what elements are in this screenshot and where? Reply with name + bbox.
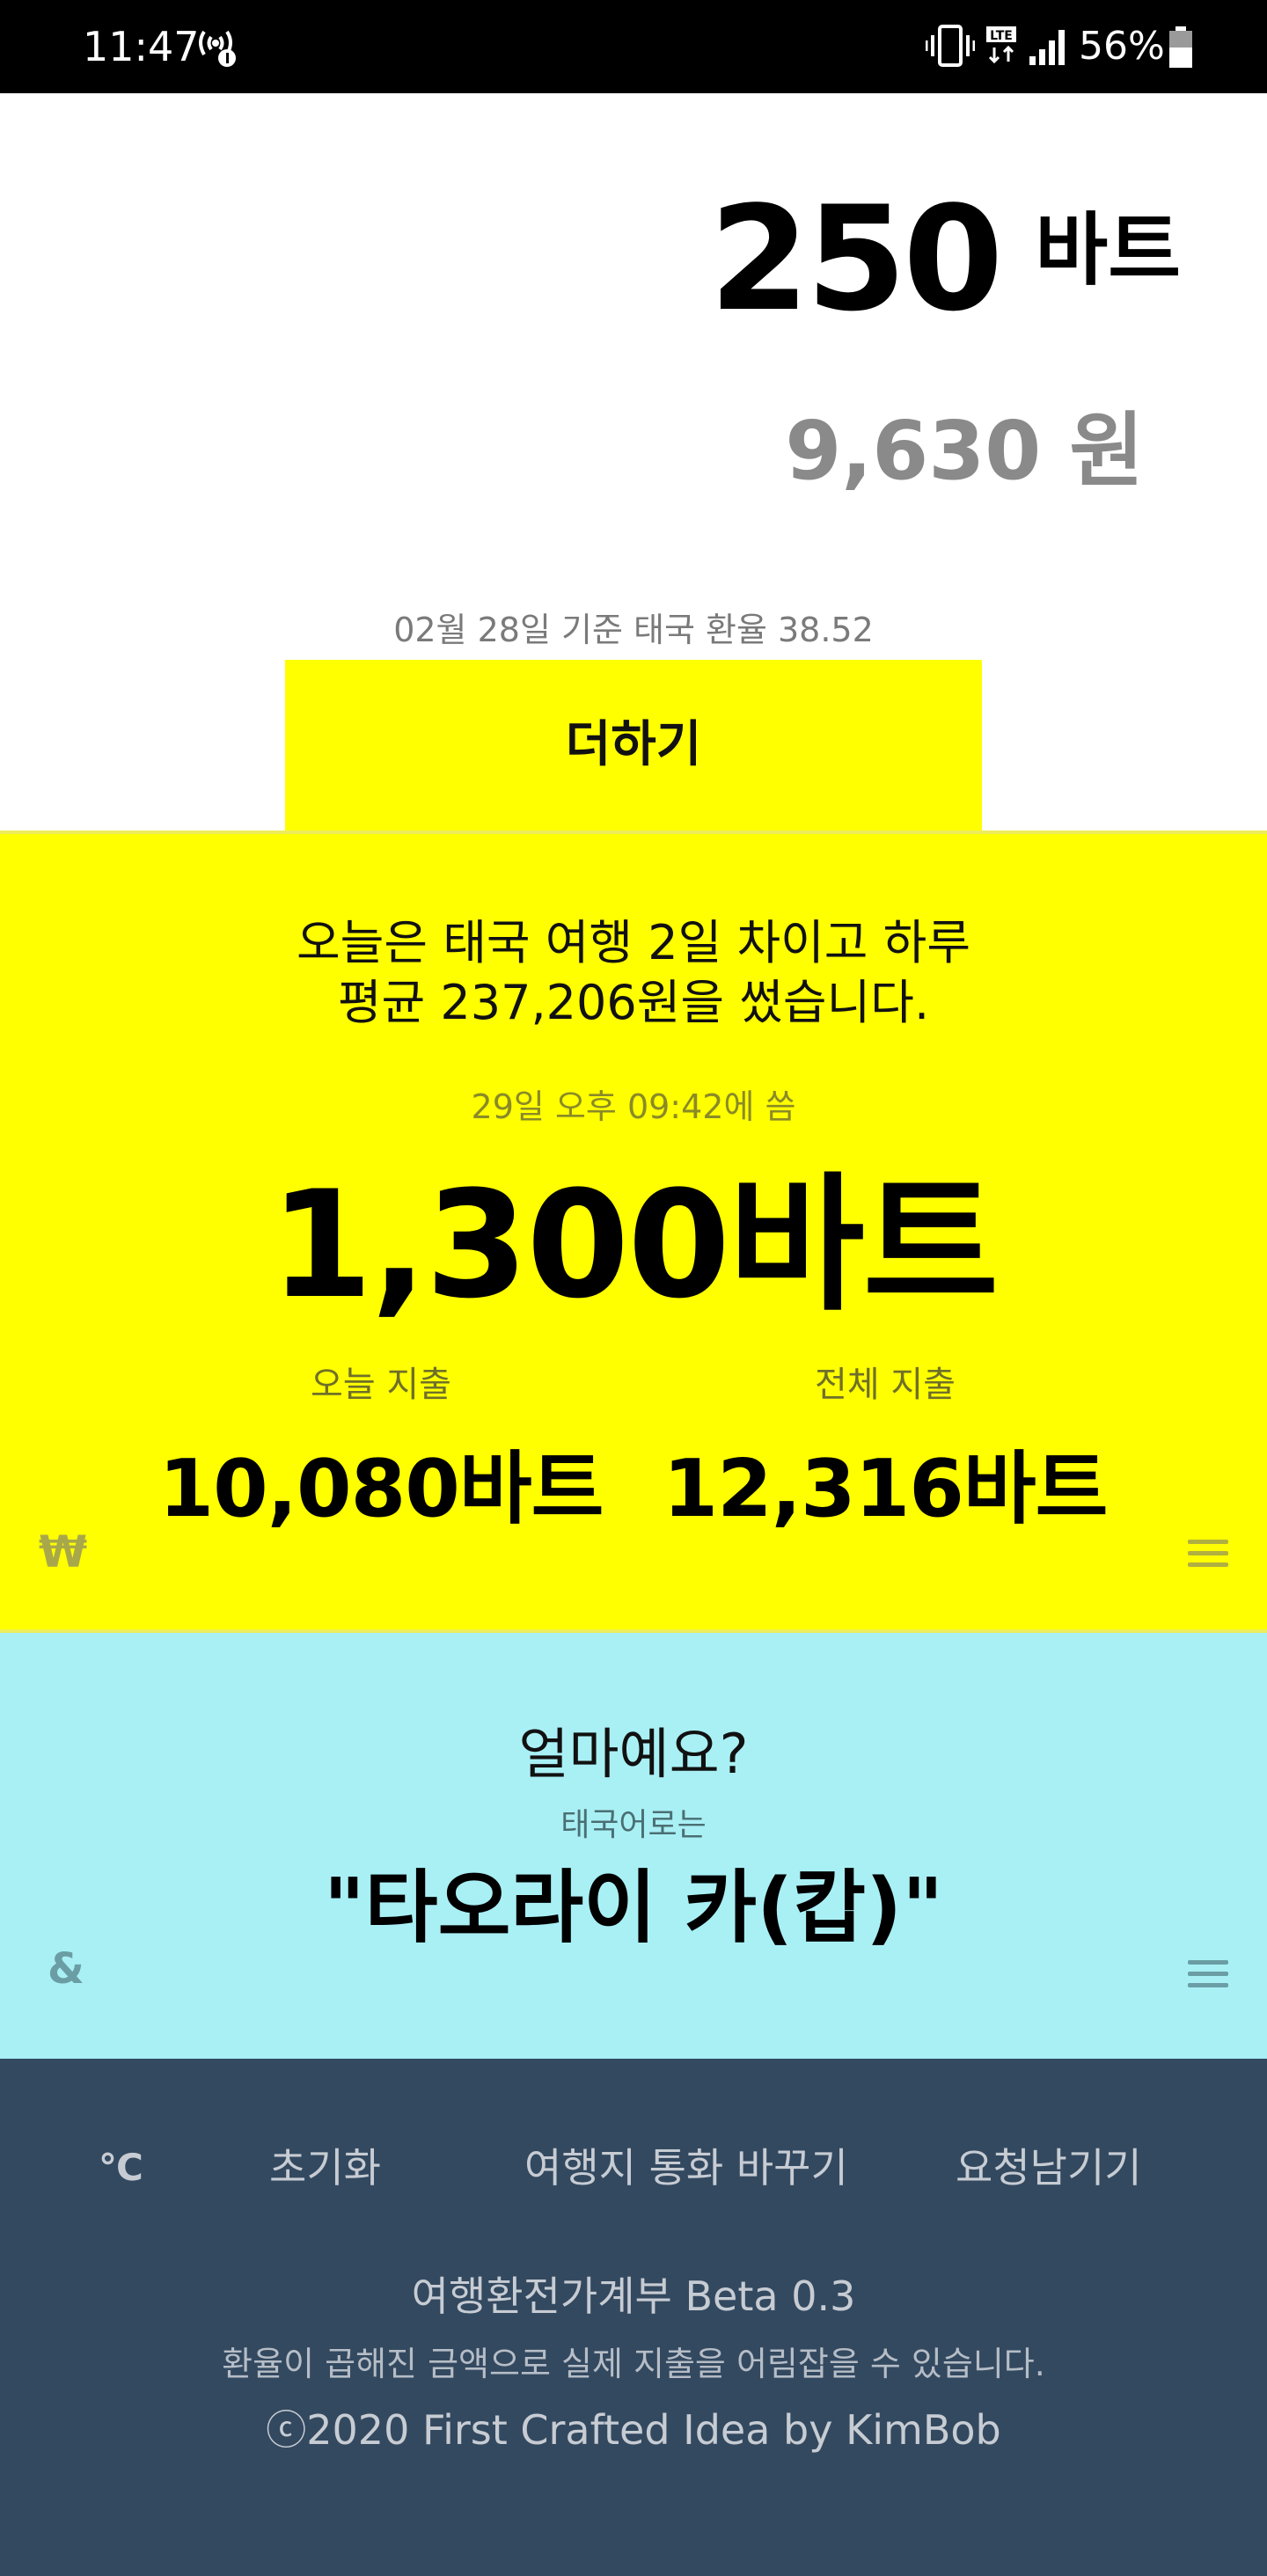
status-bar: 11:47 LTE 56% xyxy=(0,0,1267,93)
total-spending-value: 12,316바트 xyxy=(663,1443,1109,1535)
foreign-currency-unit: 바트 xyxy=(1035,204,1181,296)
phrase-question: 얼마예요? xyxy=(518,1722,749,1786)
phrase-menu-icon[interactable] xyxy=(1188,1960,1228,1990)
won-toggle-icon[interactable]: ₩ xyxy=(39,1526,87,1578)
today-spending-label: 오늘 지출 xyxy=(311,1365,451,1405)
celsius-button[interactable]: ℃ xyxy=(99,2141,143,2194)
trip-summary-line-2: 평균 237,206원을 썼습니다. xyxy=(337,975,930,1030)
app-description: 환율이 곱해진 금액으로 실제 지출을 어림잡을 수 있습니다. xyxy=(222,2345,1045,2383)
last-spent-time: 29일 오후 09:42에 씀 xyxy=(471,1087,796,1126)
lte-icon: LTE xyxy=(986,26,1016,64)
svg-text:LTE: LTE xyxy=(990,29,1013,43)
battery-icon xyxy=(1169,26,1192,68)
signal-icon xyxy=(1029,30,1065,65)
footer: ℃ 초기화 여행지 통화 바꾸기 요청남기기 여행환전가계부 Beta 0.3 … xyxy=(0,2059,1267,2576)
battery-percent: 56% xyxy=(1079,24,1165,69)
total-spending-label: 전체 지출 xyxy=(815,1365,956,1405)
hotspot-icon xyxy=(199,30,236,67)
copyright: ⓒ2020 First Crafted Idea by KimBob xyxy=(266,2406,1001,2454)
exchange-rate-note: 02월 28일 기준 태국 환율 38.52 xyxy=(393,611,874,649)
spending-summary-card: 오늘은 태국 여행 2일 차이고 하루 평균 237,206원을 썼습니다. 2… xyxy=(0,831,1267,1633)
status-time: 11:47 xyxy=(83,23,200,70)
trip-summary-line-1: 오늘은 태국 여행 2일 차이고 하루 xyxy=(296,915,971,970)
ampersand-icon[interactable]: & xyxy=(48,1943,84,1995)
trip-summary: 오늘은 태국 여행 2일 차이고 하루 평균 237,206원을 썼습니다. xyxy=(0,913,1267,1033)
phrase-language-label: 태국어로는 xyxy=(560,1807,707,1843)
change-currency-button[interactable]: 여행지 통화 바꾸기 xyxy=(524,2141,848,2194)
last-spent-amount[interactable]: 1,300바트 xyxy=(0,1161,1267,1328)
today-spending-value: 10,080바트 xyxy=(158,1443,604,1535)
vibrate-icon xyxy=(926,25,975,67)
foreign-amount-display[interactable]: 250 바트 xyxy=(709,185,1181,334)
spending-menu-icon[interactable] xyxy=(1188,1540,1228,1570)
phrase-translation: "타오라이 카(캅)" xyxy=(323,1862,944,1954)
request-button[interactable]: 요청남기기 xyxy=(956,2141,1142,2194)
app-name: 여행환전가계부 Beta 0.3 xyxy=(411,2272,856,2320)
foreign-amount: 250 xyxy=(709,175,1003,343)
won-amount: 9,630 원 xyxy=(785,404,1144,498)
phrase-card: 얼마예요? 태국어로는 "타오라이 카(캅)" & xyxy=(0,1633,1267,2059)
add-button[interactable]: 더하기 xyxy=(285,660,982,831)
reset-button[interactable]: 초기화 xyxy=(269,2141,381,2194)
